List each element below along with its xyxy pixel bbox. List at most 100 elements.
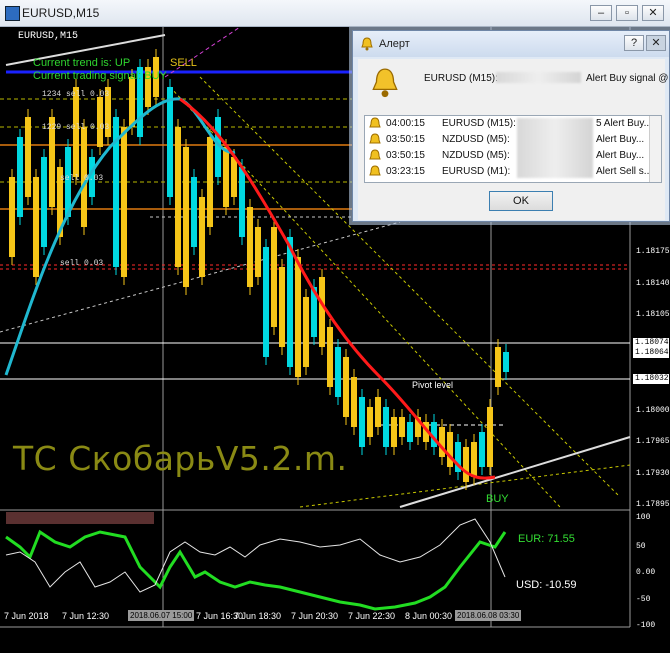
candle-body [183, 147, 189, 287]
candle-body [295, 257, 301, 377]
candle-body [351, 377, 357, 427]
price-tick: 1.18105 [636, 310, 670, 319]
list-scrollbar[interactable] [649, 116, 661, 182]
alert-body: EURUSD (M15): Alert Buy signal @ 04:00:1… [358, 59, 669, 220]
sell-signal-label: SELL [170, 57, 197, 69]
candle-body [33, 177, 39, 277]
candle-body [303, 297, 309, 367]
candle-body [191, 177, 197, 247]
candle-body [391, 417, 397, 447]
candle-body [383, 407, 389, 447]
indicator-header-bar [6, 512, 154, 524]
price-box: 1.18064 [633, 348, 669, 358]
bell-icon [369, 149, 381, 160]
indicator-tick: -50 [636, 595, 651, 604]
indicator-tick: 50 [636, 542, 646, 551]
price-tick: 1.18175 [636, 247, 670, 256]
help-button[interactable]: ? [624, 35, 644, 51]
close-button[interactable]: ✕ [642, 5, 664, 21]
candle-body [447, 432, 453, 467]
candle-body [319, 277, 325, 347]
alert-main-text: Alert Buy signal @ [586, 73, 669, 84]
alert-time: 04:00:15 [386, 118, 425, 129]
bell-icon [369, 133, 381, 144]
candle-body [479, 432, 485, 467]
crosshair-time-box: 2018.06.08 03:30 [455, 610, 522, 621]
magenta-line [164, 27, 241, 78]
list-item[interactable]: 03:50:15 NZDUSD (M5): Alert Buy... [365, 132, 651, 148]
bell-icon [369, 165, 381, 176]
candle-body [247, 207, 253, 287]
candle-body [287, 237, 293, 367]
candle-body [223, 147, 229, 207]
trend-text: Current trend is: UP [33, 57, 131, 69]
price-tick: 1.17895 [636, 500, 670, 509]
list-item[interactable]: 03:23:15 EURUSD (M1): Alert Sell s... [365, 164, 652, 180]
window-title-bar: EURUSD,M15 ‒ ▫ ✕ [0, 0, 670, 27]
minimize-button[interactable]: ‒ [590, 5, 612, 21]
indicator-tick: 0.00 [636, 568, 656, 577]
list-item[interactable]: 03:50:15 NZDUSD (M5): Alert Buy... [365, 148, 651, 164]
list-item[interactable]: 04:00:15 EURUSD (M15): 5 Alert Buy... [365, 116, 652, 132]
alert-time: 03:50:15 [386, 134, 425, 145]
alert-title-bar[interactable]: Алерт ? ✕ [353, 31, 669, 57]
alert-text: 5 Alert Buy... [596, 118, 652, 129]
candle-body [255, 227, 261, 277]
signal-text: Current trading signal: BUY [33, 70, 167, 82]
price-tick: 1.18140 [636, 279, 670, 288]
ok-button[interactable]: OK [489, 191, 553, 211]
order-label: sell 0.03 [60, 259, 104, 268]
candle-body [231, 157, 237, 197]
time-tick: 7 Jun 2018 [4, 611, 49, 621]
alert-symbol: EURUSD (M1): [442, 166, 511, 177]
system-title: ТС СкобарьV5.2.m. [13, 439, 348, 478]
alert-title: Алерт [379, 38, 410, 50]
candle-body [121, 127, 127, 277]
candle-body [471, 442, 477, 477]
buy-signal-label: BUY [486, 493, 509, 505]
candle-body [129, 77, 135, 127]
candle-body [271, 227, 277, 327]
pivot-level-label: Pivot level [412, 380, 454, 390]
candle-body [167, 87, 173, 197]
time-tick: 7 Jun 18:30 [234, 611, 282, 621]
candle-body [239, 167, 245, 237]
candle-body [439, 427, 445, 457]
candle-body [279, 267, 285, 347]
indicator-tick: 100 [636, 513, 651, 522]
alert-history-list[interactable]: 04:00:15 EURUSD (M15): 5 Alert Buy... 03… [364, 115, 662, 183]
time-tick: 7 Jun 12:30 [62, 611, 110, 621]
candle-body [399, 417, 405, 437]
alert-dialog[interactable]: Алерт ? ✕ EURUSD (M15): Alert Buy signal… [352, 30, 670, 222]
price-tick: 1.17930 [636, 469, 670, 478]
usd-strength-line [5, 518, 506, 593]
maximize-button[interactable]: ▫ [616, 5, 638, 21]
candle-body [375, 397, 381, 427]
candle-body [41, 157, 47, 247]
redacted-text [517, 118, 593, 178]
usd-value-label: USD: -10.59 [516, 579, 577, 591]
candle-body [9, 177, 15, 257]
candle-body [199, 197, 205, 277]
candle-body [367, 407, 373, 437]
close-button[interactable]: ✕ [646, 35, 666, 51]
order-label: sell 0.03 [60, 174, 104, 183]
alert-symbol: NZDUSD (M5): [442, 150, 510, 161]
chart-window-icon [5, 6, 20, 21]
alert-symbol: EURUSD (M15): [442, 118, 516, 129]
candle-body [97, 97, 103, 147]
crosshair-time-box: 2018.06.07 15:00 [128, 610, 195, 621]
alert-time: 03:50:15 [386, 150, 425, 161]
candle-body [335, 347, 341, 397]
price-box: 1.18074 [633, 338, 669, 348]
chart-symbol-label: EURUSD,M15 [18, 31, 79, 42]
candle-body [263, 247, 269, 357]
price-box: 1.18032 [633, 374, 669, 384]
candle-body [207, 137, 213, 227]
alert-time: 03:23:15 [386, 166, 425, 177]
alert-text: Alert Buy... [596, 150, 645, 161]
candle-body [73, 87, 79, 177]
price-tick: 1.18000 [636, 406, 670, 415]
time-tick: 7 Jun 22:30 [348, 611, 396, 621]
price-tick: 1.17965 [636, 437, 670, 446]
